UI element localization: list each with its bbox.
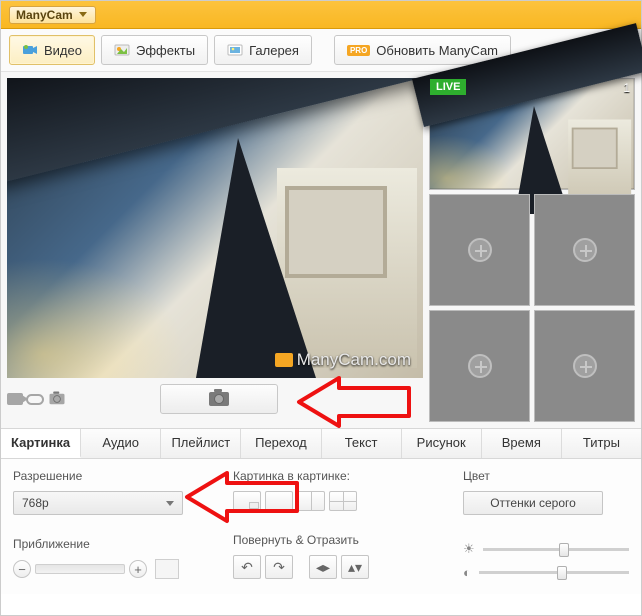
- live-badge: LIVE: [430, 79, 466, 95]
- chevron-down-icon: [79, 12, 87, 17]
- pro-badge: PRO: [347, 45, 370, 56]
- sources-grid: LIVE 1: [429, 78, 635, 422]
- pip-layout-split[interactable]: [297, 491, 325, 511]
- pip-layouts: [233, 491, 433, 511]
- contrast-slider[interactable]: [479, 571, 629, 574]
- upgrade-label: Обновить ManyCam: [376, 43, 498, 58]
- resolution-label: Разрешение: [13, 469, 203, 483]
- zoom-in-button[interactable]: +: [129, 560, 147, 578]
- source-slot-5[interactable]: [534, 310, 635, 422]
- manycam-logo-icon: [275, 353, 293, 367]
- video-icon: [22, 42, 38, 58]
- add-icon: [468, 238, 492, 262]
- record-toggle-icon[interactable]: [26, 394, 44, 405]
- add-icon: [573, 238, 597, 262]
- camera-icon: [209, 392, 229, 406]
- flip-vertical-button[interactable]: ▴▾: [341, 555, 369, 579]
- source-number: 1: [623, 81, 630, 95]
- watermark: ManyCam.com: [275, 350, 411, 370]
- effects-icon: [114, 42, 130, 58]
- contrast-icon: ◐: [463, 565, 471, 580]
- resolution-value: 768p: [22, 496, 49, 510]
- tab-time[interactable]: Время: [482, 429, 562, 458]
- zoom-region-button[interactable]: [155, 559, 179, 579]
- video-preview[interactable]: ManyCam.com: [7, 78, 423, 378]
- tab-audio[interactable]: Аудио: [81, 429, 161, 458]
- pip-layout-single[interactable]: [265, 491, 293, 511]
- flip-horizontal-button[interactable]: ◂▸: [309, 555, 337, 579]
- settings-tabs: Картинка Аудио Плейлист Переход Текст Ри…: [1, 428, 641, 459]
- contrast-slider-row: ◐: [463, 565, 629, 580]
- rotate-flip-buttons: ↶ ↷ ◂▸ ▴▾: [233, 555, 433, 579]
- videocam-icon[interactable]: [7, 393, 23, 405]
- chevron-down-icon: [166, 501, 174, 506]
- camera-small-icon[interactable]: [50, 394, 65, 405]
- color-label: Цвет: [463, 469, 629, 483]
- grayscale-button[interactable]: Оттенки серого: [463, 491, 603, 515]
- pip-label: Картинка в картинке:: [233, 469, 433, 483]
- resolution-select[interactable]: 768p: [13, 491, 183, 515]
- zoom-label: Приближение: [13, 537, 203, 551]
- tab-transition[interactable]: Переход: [241, 429, 321, 458]
- zoom-out-button[interactable]: −: [13, 560, 31, 578]
- tab-text[interactable]: Текст: [322, 429, 402, 458]
- pip-layout-quad[interactable]: [329, 491, 357, 511]
- pip-layout-corner[interactable]: [233, 491, 261, 511]
- brightness-slider[interactable]: [483, 548, 629, 551]
- source-slot-1[interactable]: LIVE 1: [429, 78, 635, 190]
- record-indicators: [7, 392, 67, 406]
- add-icon: [573, 354, 597, 378]
- tab-draw[interactable]: Рисунок: [402, 429, 482, 458]
- tab-titles[interactable]: Титры: [562, 429, 641, 458]
- rotate-label: Повернуть & Отразить: [233, 533, 433, 547]
- source-slot-3[interactable]: [534, 194, 635, 306]
- source-slot-2[interactable]: [429, 194, 530, 306]
- titlebar: ManyCam: [1, 1, 641, 29]
- tab-picture[interactable]: Картинка: [1, 429, 81, 458]
- tab-video-label: Видео: [44, 43, 82, 58]
- tab-video[interactable]: Видео: [9, 35, 95, 65]
- zoom-control: − +: [13, 559, 203, 579]
- brightness-icon: ☀: [463, 541, 475, 557]
- app-menu-button[interactable]: ManyCam: [9, 6, 96, 24]
- tab-gallery[interactable]: Галерея: [214, 35, 312, 65]
- rotate-left-button[interactable]: ↶: [233, 555, 261, 579]
- add-icon: [468, 354, 492, 378]
- app-title-text: ManyCam: [16, 8, 73, 22]
- preview-controls: [7, 384, 423, 414]
- rotate-right-button[interactable]: ↷: [265, 555, 293, 579]
- tab-gallery-label: Галерея: [249, 43, 299, 58]
- source-slot-4[interactable]: [429, 310, 530, 422]
- tab-effects-label: Эффекты: [136, 43, 195, 58]
- gallery-icon: [227, 42, 243, 58]
- brightness-slider-row: ☀: [463, 541, 629, 557]
- zoom-slider[interactable]: [35, 564, 125, 574]
- settings-panel: Разрешение 768p Приближение − + Картинка…: [1, 459, 641, 594]
- snapshot-button[interactable]: [160, 384, 278, 414]
- main-area: ManyCam.com LIVE 1: [1, 72, 641, 428]
- preview-column: ManyCam.com: [7, 78, 423, 422]
- watermark-text: ManyCam.com: [297, 350, 411, 370]
- tab-playlist[interactable]: Плейлист: [161, 429, 241, 458]
- tab-effects[interactable]: Эффекты: [101, 35, 208, 65]
